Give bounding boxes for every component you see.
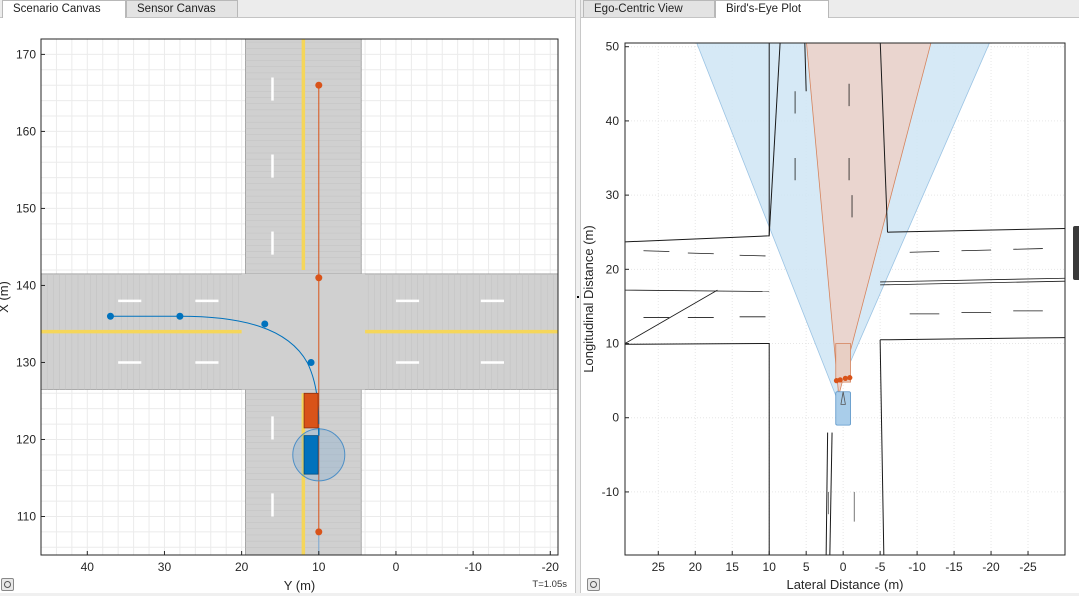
y-tick-label: 40 [606,114,620,128]
target-waypoint [315,81,323,89]
x-tick-label: -25 [1019,560,1037,574]
x-tick-label: -20 [982,560,1000,574]
x-tick-label: 10 [763,560,777,574]
ego-waypoint [261,320,269,328]
y-tick-label: 160 [16,124,36,138]
left-tabbar: Scenario Canvas Sensor Canvas [0,0,575,18]
sensor-coverage [292,428,346,482]
scenario-plot[interactable]: 40 30 20 10 0 -10 -20 110 120 130 140 150 160 170 Y (m… [0,18,575,593]
x-tick-label: 0 [840,560,847,574]
x-tick-label: 40 [81,560,95,574]
x-tick-label: 0 [393,560,400,574]
x-axis-label: Lateral Distance (m) [786,577,903,592]
y-tick-label: 130 [16,355,36,369]
y-tick-label: 150 [16,201,36,215]
birdseye-canvas[interactable]: 25 20 15 10 5 0 -5 -10 -15 -20 -25 -10 0 10 20 30 40 50 La… [581,18,1079,593]
tab-sensor-canvas[interactable]: Sensor Canvas [126,0,238,17]
settings-icon[interactable] [1,578,14,591]
y-tick-label: 110 [17,509,36,523]
target-waypoint [315,528,323,536]
detection-marker [847,375,853,381]
x-tick-label: -20 [542,560,560,574]
y-tick-label: 50 [606,40,620,54]
bep-axes: 25 20 15 10 5 0 -5 -10 -15 -20 -25-1001020304050La… [581,40,1066,592]
x-tick-label: 20 [235,560,249,574]
x-tick-label: -15 [945,560,963,574]
tab-birds-eye-plot[interactable]: Bird's-Eye Plot [715,0,829,18]
y-tick-label: 140 [16,278,36,292]
right-tabbar: Ego-Centric View Bird's-Eye Plot [581,0,1079,18]
tab-scenario-canvas[interactable]: Scenario Canvas [2,0,126,18]
y-axis-label: Longitudinal Distance (m) [581,225,596,372]
x-tick-label: 20 [689,560,703,574]
detection-marker [842,375,848,381]
simulation-time: T=1.05s [532,579,567,590]
x-tick-label: -5 [875,560,886,574]
x-axis-label: Y (m) [284,578,316,593]
scenario-axes: 40 30 20 10 0 -10 -20 110 120 130 140 150 160 170 Y (m… [0,38,560,593]
ego-waypoint [176,312,184,320]
target-waypoint [315,274,323,282]
y-tick-label: 30 [606,188,620,202]
y-tick-label: 170 [16,47,36,61]
target-vehicle [303,392,319,429]
scenario-canvas[interactable]: 40 30 20 10 0 -10 -20 110 120 130 140 150 160 170 Y (m… [0,18,575,593]
x-tick-label: 10 [312,560,326,574]
y-tick-label: 10 [606,337,620,351]
y-axis-label: X (m) [0,281,11,313]
birdseye-pane: Ego-Centric View Bird's-Eye Plot 25 20 15 1… [581,0,1079,593]
ego-waypoint [106,312,114,320]
tab-ego-centric-view[interactable]: Ego-Centric View [583,0,715,17]
x-tick-label: 30 [158,560,172,574]
y-tick-label: 0 [612,411,619,425]
detection-marker [833,378,840,384]
birdseye-plot[interactable]: 25 20 15 10 5 0 -5 -10 -15 -20 -25-1001020304050La… [581,18,1079,593]
side-panel-grip[interactable] [1073,226,1079,280]
x-tick-label: 25 [652,560,666,574]
y-tick-label: 120 [16,432,36,446]
ego-vehicle [835,391,851,426]
x-tick-label: 5 [803,560,810,574]
settings-icon[interactable] [587,578,600,591]
scenario-pane: Scenario Canvas Sensor Canvas 40 30 20 10 0 -… [0,0,575,593]
y-tick-label: -10 [602,485,620,499]
ego-vehicle [303,435,319,475]
x-tick-label: -10 [908,560,926,574]
y-tick-label: 20 [606,262,620,276]
x-tick-label: 15 [726,560,740,574]
ego-waypoint [307,358,315,366]
x-tick-label: -10 [464,560,482,574]
splitter-grip [577,296,579,298]
